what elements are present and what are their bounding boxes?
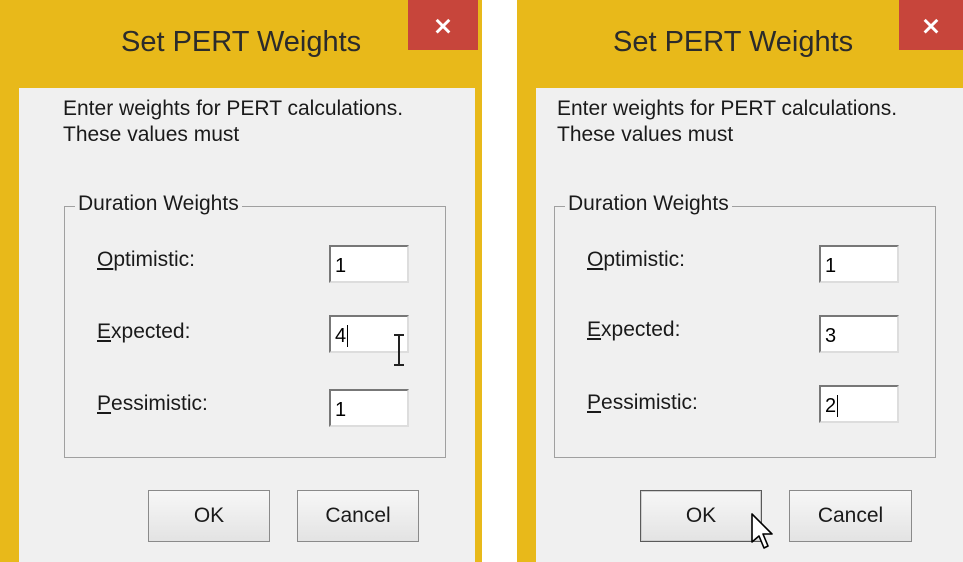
- optimistic-input[interactable]: 1: [819, 245, 899, 283]
- close-icon: ×: [920, 10, 942, 40]
- ok-button[interactable]: OK: [640, 490, 762, 542]
- text-caret: [347, 325, 349, 347]
- pessimistic-label: Pessimistic:: [587, 391, 698, 414]
- optimistic-label: Optimistic:: [587, 248, 686, 271]
- group-title: Duration Weights: [565, 192, 732, 216]
- group-title: Duration Weights: [75, 192, 242, 216]
- text-caret: [837, 395, 839, 417]
- pessimistic-label: Pessimistic:: [97, 392, 208, 415]
- pert-weights-dialog-right: Set PERT Weights × Enter weights for PER…: [517, 0, 963, 562]
- intro-text: Enter weights for PERT calculations. The…: [557, 97, 898, 146]
- ok-button[interactable]: OK: [148, 490, 270, 542]
- pessimistic-input[interactable]: 1: [329, 389, 409, 427]
- close-button[interactable]: ×: [408, 0, 478, 50]
- close-button[interactable]: ×: [899, 0, 963, 50]
- pert-weights-dialog-left: Set PERT Weights × Enter weights for PER…: [0, 0, 482, 562]
- cancel-button[interactable]: Cancel: [789, 490, 912, 542]
- expected-label: Expected:: [587, 318, 681, 341]
- title-bar[interactable]: Set PERT Weights ×: [517, 0, 963, 88]
- expected-label: Expected:: [97, 320, 191, 343]
- text-cursor-icon: [394, 334, 404, 366]
- intro-text: Enter weights for PERT calculations. The…: [63, 97, 404, 146]
- title-bar[interactable]: Set PERT Weights ×: [0, 0, 482, 88]
- dialog-title: Set PERT Weights: [613, 26, 854, 58]
- optimistic-input[interactable]: 1: [329, 245, 409, 283]
- close-icon: ×: [432, 10, 454, 40]
- cancel-button[interactable]: Cancel: [297, 490, 419, 542]
- optimistic-label: Optimistic:: [97, 248, 196, 271]
- expected-input[interactable]: 3: [819, 315, 899, 353]
- dialog-title: Set PERT Weights: [121, 26, 362, 58]
- mouse-pointer-icon: [751, 513, 773, 549]
- pessimistic-input[interactable]: 2: [819, 385, 899, 423]
